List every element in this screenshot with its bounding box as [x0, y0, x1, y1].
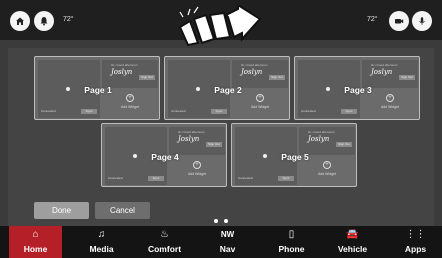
page-dot-2[interactable]	[224, 219, 228, 223]
nav-label: Nav	[219, 244, 236, 254]
page-label: Page 5	[281, 152, 309, 162]
plus-icon: +	[126, 94, 134, 102]
nav-item-vehicle[interactable]: 🚘 Vehicle	[326, 226, 379, 258]
outside-temperature-left: 72°	[63, 16, 74, 23]
nav-label: Apps	[404, 244, 427, 254]
map-status-text: Connected	[238, 176, 253, 180]
page-thumbnail-3[interactable]: Connected Sync Hi • Good afternoon Josly…	[294, 56, 420, 120]
profile-widget-button: Sign Out	[269, 75, 285, 80]
page-thumbnail-4[interactable]: Connected Sync Hi • Good afternoon Josly…	[101, 123, 227, 187]
profile-name: Joslyn	[241, 68, 263, 76]
add-widget-label: Add Widget	[250, 105, 270, 109]
profile-name: Joslyn	[178, 135, 200, 143]
page-thumbnail-2[interactable]: Connected Sync Hi • Good afternoon Josly…	[164, 56, 290, 120]
profile-widget-preview: Hi • Good afternoon Joslyn Sign Out	[299, 127, 355, 155]
add-widget-slot: + Add Widget	[299, 158, 355, 185]
profile-caption: Hi • Good afternoon	[178, 130, 205, 134]
home-icon	[16, 17, 24, 25]
profile-widget-preview: Hi • Good afternoon Joslyn Sign Out	[362, 60, 418, 88]
page-label: Page 1	[84, 85, 112, 95]
profile-widget-button: Sign Out	[336, 142, 352, 147]
profile-caption: Hi • Good afternoon	[308, 130, 335, 134]
add-widget-label: Add Widget	[120, 105, 140, 109]
nav-item-home[interactable]: ⌂ Home	[9, 226, 62, 258]
apps-grid-icon: ⋮⋮	[405, 229, 426, 240]
map-status-text: Connected	[301, 109, 316, 113]
nav-item-phone[interactable]: ▯ Phone	[265, 226, 318, 258]
profile-name: Joslyn	[308, 135, 330, 143]
camera-icon	[395, 19, 404, 24]
plus-icon: +	[386, 94, 394, 102]
add-widget-label: Add Widget	[317, 172, 337, 176]
map-widget-button: Sync	[148, 176, 164, 181]
swipe-gesture-icon	[178, 5, 262, 47]
profile-widget-preview: Hi • Good afternoon Joslyn Sign Out	[169, 127, 225, 155]
plus-icon: +	[323, 161, 331, 169]
profile-widget-preview: Hi • Good afternoon Joslyn Sign Out	[102, 60, 158, 88]
map-widget-button: Sync	[278, 176, 294, 181]
car-icon: 🚘	[346, 229, 359, 240]
map-status-text: Connected	[41, 109, 56, 113]
nav-label: Vehicle	[337, 244, 368, 254]
map-widget-button: Sync	[211, 109, 227, 114]
profile-caption: Hi • Good afternoon	[241, 63, 268, 67]
camera-button[interactable]	[389, 11, 409, 31]
map-widget-button: Sync	[81, 109, 97, 114]
profile-caption: Hi • Good afternoon	[371, 63, 398, 67]
music-icon: ♫	[97, 229, 106, 240]
page-label: Page 3	[344, 85, 372, 95]
map-status-text: Connected	[108, 176, 123, 180]
nav-item-comfort[interactable]: ♨ Comfort	[138, 226, 191, 258]
add-widget-slot: + Add Widget	[232, 91, 288, 118]
microphone-icon	[419, 17, 425, 25]
profile-widget-button: Sign Out	[399, 75, 415, 80]
compass-icon: NW	[220, 230, 235, 239]
add-widget-slot: + Add Widget	[169, 158, 225, 185]
bottom-nav-bar: ⌂ Home ♫ Media ♨ Comfort NW Nav ▯ Phone …	[0, 226, 442, 258]
done-button[interactable]: Done	[34, 202, 89, 219]
profile-name: Joslyn	[111, 68, 133, 76]
notifications-button[interactable]	[34, 11, 54, 31]
plus-icon: +	[193, 161, 201, 169]
add-widget-slot: + Add Widget	[102, 91, 158, 118]
nav-item-apps[interactable]: ⋮⋮ Apps	[389, 226, 442, 258]
add-widget-slot: + Add Widget	[362, 91, 418, 118]
home-button[interactable]	[10, 11, 30, 31]
home-icon: ⌂	[32, 229, 39, 240]
nav-item-nav[interactable]: NW Nav	[201, 226, 254, 258]
profile-caption: Hi • Good afternoon	[111, 63, 138, 67]
cancel-button[interactable]: Cancel	[95, 202, 150, 219]
nav-label: Home	[23, 244, 48, 254]
map-widget-button: Sync	[341, 109, 357, 114]
outside-temperature-right: 72°	[367, 16, 378, 23]
profile-widget-button: Sign Out	[139, 75, 155, 80]
profile-widget-button: Sign Out	[206, 142, 222, 147]
comfort-icon: ♨	[160, 229, 169, 240]
page-thumbnail-1[interactable]: Connected Sync Hi • Good afternoon Josly…	[34, 56, 160, 120]
phone-icon: ▯	[288, 229, 295, 240]
nav-item-media[interactable]: ♫ Media	[75, 226, 128, 258]
plus-icon: +	[256, 94, 264, 102]
page-thumbnail-5[interactable]: Connected Sync Hi • Good afternoon Josly…	[231, 123, 357, 187]
bell-icon	[40, 17, 48, 26]
page-label: Page 4	[151, 152, 179, 162]
page-label: Page 2	[214, 85, 242, 95]
add-widget-label: Add Widget	[380, 105, 400, 109]
map-status-text: Connected	[171, 109, 186, 113]
profile-widget-preview: Hi • Good afternoon Joslyn Sign Out	[232, 60, 288, 88]
add-widget-label: Add Widget	[187, 172, 207, 176]
page-dot-1[interactable]	[214, 219, 218, 223]
profile-name: Joslyn	[371, 68, 393, 76]
nav-label: Phone	[278, 244, 305, 254]
nav-label: Comfort	[147, 244, 182, 254]
voice-button[interactable]	[412, 11, 432, 31]
nav-label: Media	[89, 244, 114, 254]
